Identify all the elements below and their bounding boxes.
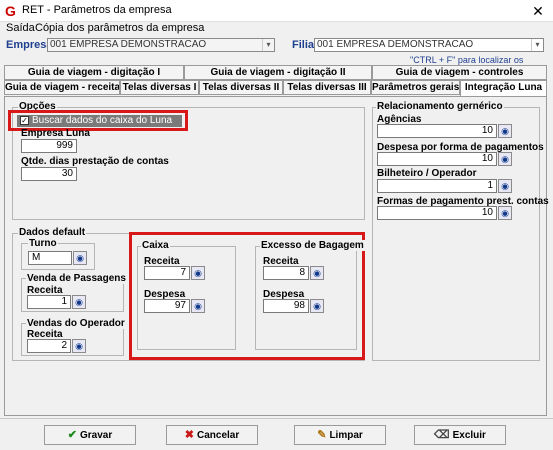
binoculars-icon[interactable]: ◉ (310, 299, 324, 313)
empresa-select-value: 001 EMPRESA DEMONSTRACAO (50, 39, 207, 50)
excluir-label: Excluir (452, 430, 486, 441)
gravar-label: Gravar (79, 430, 113, 441)
vendas-operador-title: Vendas do Operador (26, 318, 126, 329)
window-title: RET - Parâmetros da empresa (22, 4, 172, 16)
x-icon: ✖ (184, 429, 194, 441)
check-icon: ✔ (67, 429, 77, 441)
filial-select[interactable]: 001 EMPRESA DEMONSTRACAO ▾ (314, 38, 544, 52)
tab-guia-controles[interactable]: Guia de viagem - controles (372, 65, 547, 80)
binoculars-icon[interactable]: ◉ (191, 266, 205, 280)
header-bar: Empresa 001 EMPRESA DEMONSTRACAO ▾ Filia… (0, 36, 553, 54)
chevron-down-icon: ▾ (262, 39, 274, 51)
tab-guia-receita[interactable]: Guia de viagem - receita (4, 80, 120, 95)
bilheteiro-input[interactable]: 1 (377, 179, 497, 193)
close-icon[interactable]: ✕ (523, 0, 553, 22)
binoculars-icon[interactable]: ◉ (73, 251, 87, 265)
tab-telas-diversas-3[interactable]: Telas diversas III (283, 80, 371, 95)
agencias-input[interactable]: 10 (377, 124, 497, 138)
divider (0, 418, 553, 419)
title-bar: G RET - Parâmetros da empresa ✕ (0, 0, 553, 22)
limpar-label: Limpar (329, 430, 363, 441)
cancelar-label: Cancelar (196, 430, 240, 441)
tab-integracao-luna[interactable]: Integração Luna (460, 80, 547, 96)
turno-label: Turno (28, 238, 58, 249)
despesa-forma-input[interactable]: 10 (377, 152, 497, 166)
excesso-despesa-input[interactable]: 98 (263, 299, 309, 313)
excesso-bagagem-title: Excesso de Bagagem (260, 240, 365, 251)
filial-select-value: 001 EMPRESA DEMONSTRACAO (317, 39, 474, 50)
empresa-label: Empresa (6, 39, 53, 51)
cancelar-button[interactable]: ✖ Cancelar (166, 425, 258, 445)
menu-saida[interactable]: Saída (6, 22, 35, 34)
binoculars-icon[interactable]: ◉ (72, 339, 86, 353)
venda-passagens-title: Venda de Passagens (26, 273, 127, 284)
tab-telas-diversas-2[interactable]: Telas diversas II (199, 80, 283, 95)
binoculars-icon[interactable]: ◉ (498, 124, 512, 138)
excesso-receita-input[interactable]: 8 (263, 266, 309, 280)
qtde-dias-label: Qtde. dias prestação de contas (21, 156, 169, 167)
turno-input[interactable]: M (28, 251, 72, 265)
excluir-button[interactable]: ⌫ Excluir (414, 425, 506, 445)
bilheteiro-label: Bilheteiro / Operador (377, 168, 477, 179)
venda-receita-input[interactable]: 1 (27, 295, 71, 309)
tab-parametros-gerais[interactable]: Parâmetros gerais (371, 80, 460, 95)
buscar-checkbox-label: Buscar dados do caixa do Luna (32, 115, 173, 126)
binoculars-icon[interactable]: ◉ (310, 266, 324, 280)
binoculars-icon[interactable]: ◉ (498, 179, 512, 193)
qtde-dias-input[interactable]: 30 (21, 167, 77, 181)
empresa-luna-input[interactable]: 999 (21, 139, 77, 153)
binoculars-icon[interactable]: ◉ (498, 206, 512, 220)
tab-guia-digitacao-1[interactable]: Guia de viagem - digitação I (4, 65, 184, 80)
dados-default-title: Dados default (18, 227, 87, 238)
app-logo-icon: G (5, 3, 16, 19)
caixa-receita-input[interactable]: 7 (144, 266, 190, 280)
gravar-button[interactable]: ✔ Gravar (44, 425, 136, 445)
limpar-button[interactable]: ✎ Limpar (294, 425, 386, 445)
menu-copia-parametros[interactable]: Cópia dos parâmetros da empresa (35, 22, 204, 34)
chevron-down-icon: ▾ (531, 39, 543, 51)
caixa-despesa-input[interactable]: 97 (144, 299, 190, 313)
binoculars-icon[interactable]: ◉ (191, 299, 205, 313)
empresa-select[interactable]: 001 EMPRESA DEMONSTRACAO ▾ (47, 38, 275, 52)
caixa-title: Caixa (141, 240, 170, 251)
formas-pagamento-input[interactable]: 10 (377, 206, 497, 220)
menu-bar: Saída Cópia dos parâmetros da empresa (0, 22, 553, 36)
tab-guia-digitacao-2[interactable]: Guia de viagem - digitação II (184, 65, 372, 80)
tab-telas-diversas-1[interactable]: Telas diversas I (120, 80, 199, 95)
empresa-luna-label: Empresa Luna (21, 128, 90, 139)
relacionamento-title: Relacionamento gernérico (376, 101, 504, 112)
eraser-icon: ✎ (317, 429, 327, 441)
buscar-checkbox[interactable]: ✓ (20, 116, 29, 125)
vendas-op-receita-input[interactable]: 2 (27, 339, 71, 353)
binoculars-icon[interactable]: ◉ (498, 152, 512, 166)
binoculars-icon[interactable]: ◉ (72, 295, 86, 309)
delete-icon: ⌫ (434, 429, 450, 441)
